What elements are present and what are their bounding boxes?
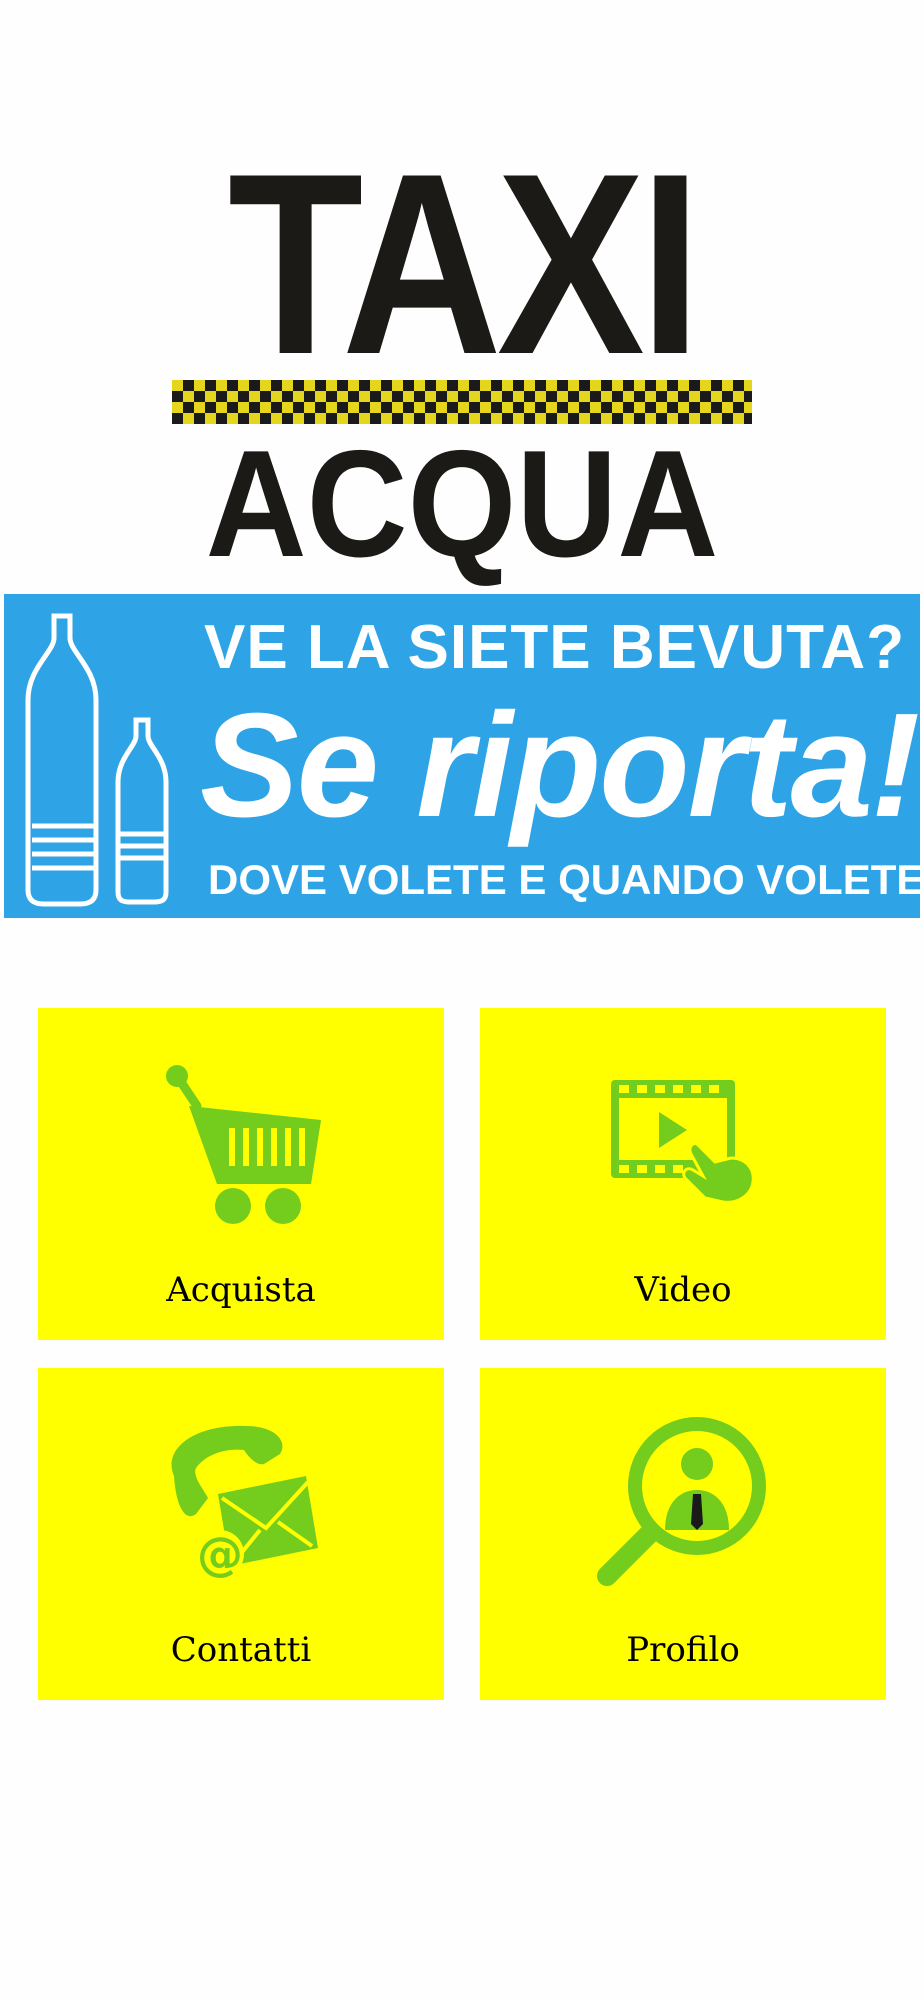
- menu-tile-profilo[interactable]: Profilo: [480, 1368, 886, 1700]
- menu-label-video: Video: [634, 1270, 732, 1310]
- logo-line-acqua: ACQUA: [205, 419, 719, 589]
- menu-label-contatti: Contatti: [170, 1630, 312, 1670]
- profile-search-icon: [597, 1417, 766, 1586]
- banner-slogan: Se riporta!: [200, 683, 920, 848]
- video-play-icon: [611, 1080, 755, 1204]
- menu-label-profilo: Profilo: [626, 1630, 740, 1670]
- logo-line-taxi: TAXI: [227, 119, 701, 408]
- banner-tagline: DOVE VOLETE E QUANDO VOLETE: [208, 856, 920, 903]
- menu-tile-acquista[interactable]: Acquista: [38, 1008, 444, 1340]
- menu-tile-contatti[interactable]: @ Contatti: [38, 1368, 444, 1700]
- svg-text:@: @: [197, 1527, 243, 1581]
- menu-label-acquista: Acquista: [166, 1270, 316, 1310]
- bottles-icon: [25, 613, 169, 907]
- logo-checker-stripe: [172, 380, 752, 424]
- shopping-cart-icon: [166, 1065, 321, 1224]
- banner-headline: VE LA SIETE BEVUTA?: [204, 613, 906, 682]
- promo-banner: VE LA SIETE BEVUTA? Se riporta! DOVE VOL…: [4, 594, 920, 918]
- menu-tile-video[interactable]: Video: [480, 1008, 886, 1340]
- taxi-acqua-logo: TAXI ACQUA: [170, 119, 754, 589]
- phone-mail-icon: @: [171, 1425, 318, 1581]
